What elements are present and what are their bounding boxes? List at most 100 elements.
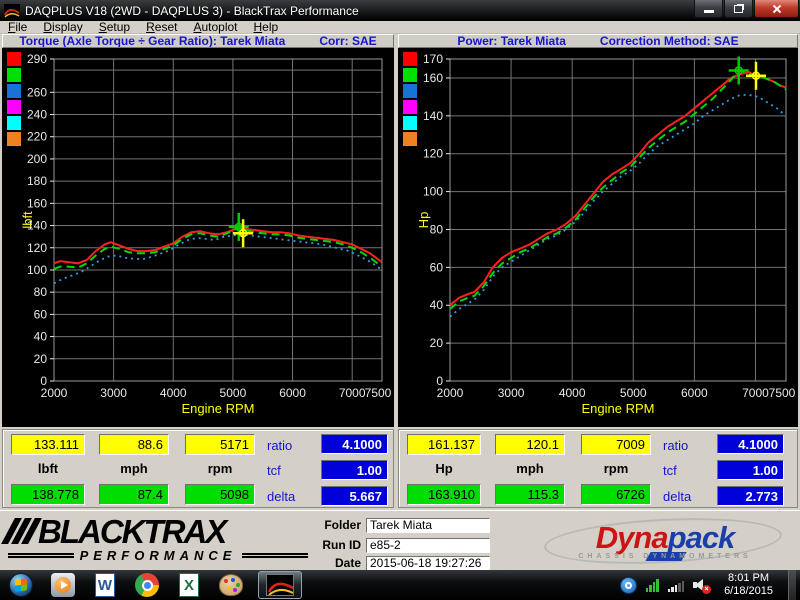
torque-peak-rpm[interactable]: 5098	[185, 484, 255, 505]
svg-text:4000: 4000	[559, 386, 586, 400]
menu-file[interactable]: File	[0, 21, 35, 34]
power-peak-mph[interactable]: 115.3	[495, 484, 565, 505]
torque-chart-area: 2000300040005000600070007500290260240220…	[2, 48, 394, 427]
menu-autoplot[interactable]: Autoplot	[185, 21, 245, 34]
media-player-icon[interactable]	[50, 572, 76, 598]
torque-cursor-rpm[interactable]: 5171	[185, 434, 255, 455]
torque-peak-value[interactable]: 138.778	[11, 484, 85, 505]
start-button[interactable]	[8, 572, 34, 598]
show-desktop-button[interactable]	[788, 570, 796, 600]
dynapack-logo: Dynapack CHASSIS DYNAMOMETERS	[540, 519, 790, 567]
svg-text:6000: 6000	[681, 386, 708, 400]
torque-chart-header: Torque (Axle Torque ÷ Gear Ratio): Tarek…	[2, 34, 394, 48]
torque-cursor-value[interactable]: 133.111	[11, 434, 85, 455]
series-color-swatch	[403, 68, 417, 82]
rpm-unit-label: rpm	[581, 461, 651, 477]
wifi-signal-icon[interactable]	[646, 578, 659, 592]
paint-icon[interactable]	[218, 572, 244, 598]
blacktrax-logo: BLACKTRAX PERFORMANCE	[8, 517, 308, 563]
messenger-tray-icon[interactable]	[620, 577, 637, 594]
excel-icon[interactable]: X	[176, 572, 202, 598]
svg-text:220: 220	[27, 130, 47, 144]
power-cursor-rpm[interactable]: 7009	[581, 434, 651, 455]
word-icon[interactable]: W	[92, 572, 118, 598]
dynapack-name-part1: Dyna	[596, 520, 668, 555]
menu-help[interactable]: Help	[246, 21, 287, 34]
svg-text:260: 260	[27, 85, 47, 99]
series-color-swatch	[7, 100, 21, 114]
ratio-value[interactable]: 4.1000	[321, 434, 388, 454]
date-field-row: Date	[300, 555, 490, 571]
minimize-icon	[704, 10, 714, 13]
maximize-button[interactable]	[724, 0, 753, 18]
close-button[interactable]	[754, 0, 799, 18]
power-chart-header: Power: Tarek Miata Correction Method: SA…	[398, 34, 798, 48]
series-swatches	[7, 52, 21, 146]
svg-text:7000: 7000	[742, 386, 769, 400]
tcf-label: tcf	[663, 463, 677, 478]
menu-display[interactable]: Display	[35, 21, 90, 34]
svg-text:80: 80	[430, 222, 444, 236]
power-readout-panel: 161.137 120.1 7009 Hp mph rpm 163.910 11…	[398, 429, 798, 508]
power-cursor-value[interactable]: 161.137	[407, 434, 481, 455]
folder-input[interactable]	[366, 518, 490, 533]
blacktrax-slashes-icon	[8, 518, 35, 544]
tcf-label: tcf	[267, 463, 281, 478]
svg-text:120: 120	[27, 241, 47, 255]
svg-text:Engine RPM: Engine RPM	[582, 401, 655, 416]
tcf-value[interactable]: 1.00	[321, 460, 388, 480]
volume-muted-icon[interactable]: ×	[693, 578, 709, 592]
date-label: Date	[300, 556, 366, 570]
delta-value[interactable]: 2.773	[717, 486, 784, 506]
daqplus-taskbar-button[interactable]	[258, 571, 302, 599]
ratio-label: ratio	[663, 438, 688, 453]
menu-reset[interactable]: Reset	[138, 21, 185, 34]
power-cursor-mph[interactable]: 120.1	[495, 434, 565, 455]
delta-value[interactable]: 5.667	[321, 486, 388, 506]
torque-cursor-mph[interactable]: 88.6	[99, 434, 169, 455]
chrome-icon[interactable]	[134, 572, 160, 598]
taskbar-clock[interactable]: 8:01 PM 6/18/2015	[718, 572, 779, 598]
svg-text:120: 120	[423, 147, 443, 161]
windows-flag-icon	[15, 578, 27, 591]
torque-readout-panel: 133.111 88.6 5171 lbft mph rpm 138.778 8…	[2, 429, 394, 508]
power-peak-rpm[interactable]: 6726	[581, 484, 651, 505]
dynapack-subtitle: CHASSIS DYNAMOMETERS	[540, 553, 790, 560]
ratio-label: ratio	[267, 438, 292, 453]
svg-text:40: 40	[34, 330, 48, 344]
menu-bar: File Display Setup Reset Autoplot Help	[0, 21, 800, 34]
series-color-swatch	[7, 68, 21, 82]
close-icon	[771, 3, 783, 15]
cell-signal-icon[interactable]	[668, 578, 685, 592]
svg-text:100: 100	[27, 263, 47, 277]
svg-text:20: 20	[34, 352, 48, 366]
torque-peak-mph[interactable]: 87.4	[99, 484, 169, 505]
svg-text:60: 60	[430, 260, 444, 274]
delta-label: delta	[663, 489, 691, 504]
minimize-button[interactable]	[694, 0, 723, 18]
power-chart-title: Power: Tarek Miata	[457, 34, 565, 48]
restore-icon	[734, 5, 743, 13]
svg-text:160: 160	[423, 71, 443, 85]
clock-date: 6/18/2015	[724, 585, 773, 598]
svg-text:200: 200	[27, 152, 47, 166]
series-color-swatch	[403, 84, 417, 98]
svg-text:40: 40	[430, 298, 444, 312]
svg-text:0: 0	[40, 374, 47, 388]
run-id-field-row: Run ID	[300, 537, 490, 553]
tcf-value[interactable]: 1.00	[717, 460, 784, 480]
menu-setup[interactable]: Setup	[91, 21, 138, 34]
svg-text:0: 0	[436, 374, 443, 388]
svg-text:4000: 4000	[160, 386, 187, 400]
series-color-swatch	[7, 84, 21, 98]
date-input[interactable]	[366, 556, 490, 571]
torque-chart[interactable]: 2000300040005000600070007500290260240220…	[2, 48, 394, 427]
svg-text:5000: 5000	[620, 386, 647, 400]
power-peak-value[interactable]: 163.910	[407, 484, 481, 505]
series-swatches	[403, 52, 417, 146]
ratio-value[interactable]: 4.1000	[717, 434, 784, 454]
window-title: DAQPLUS V18 (2WD - DAQPLUS 3) - BlackTra…	[25, 4, 359, 18]
power-chart[interactable]: 2000300040005000600070007500170160140120…	[398, 48, 798, 427]
svg-text:5000: 5000	[220, 386, 247, 400]
run-id-input[interactable]	[366, 538, 490, 553]
